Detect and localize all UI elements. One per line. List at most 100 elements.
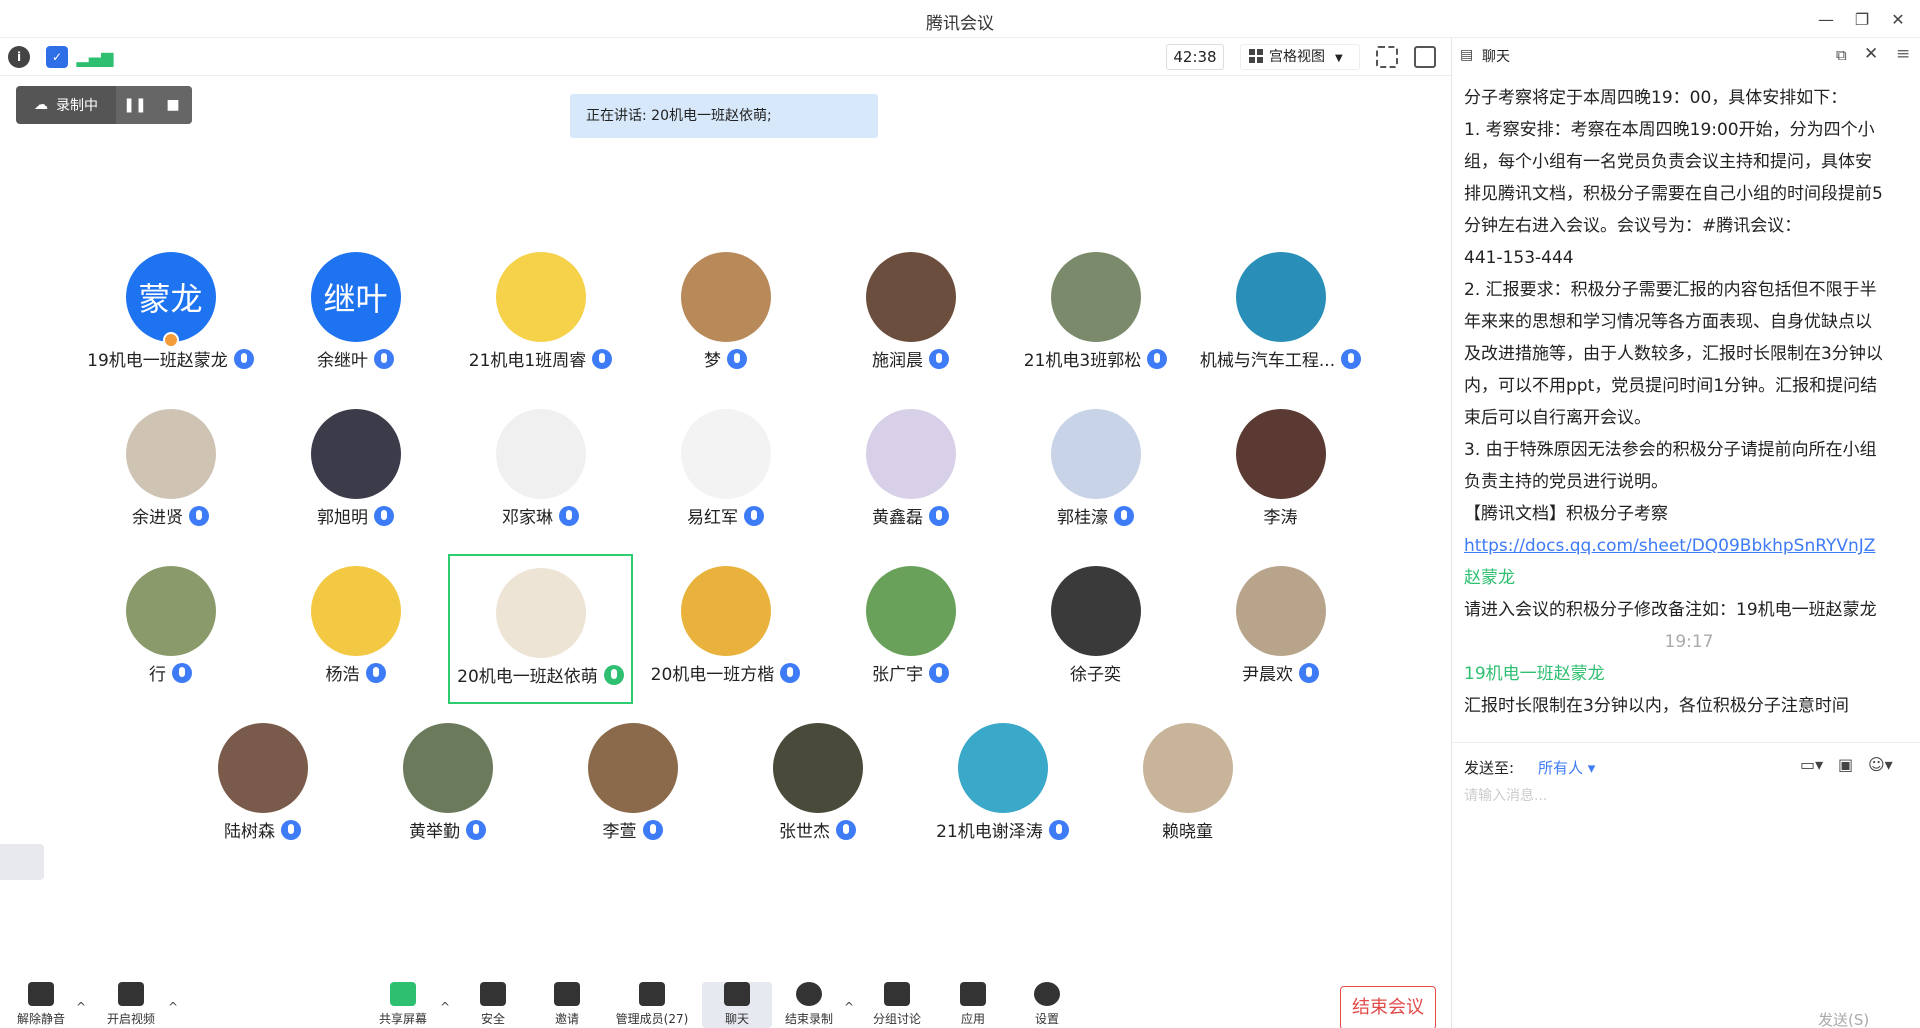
participant-name: 21机电谢泽涛 [910, 817, 1095, 842]
participant-tile[interactable]: 张广宇 [818, 554, 1003, 704]
signal-icon[interactable]: ▂▄▆ [77, 46, 114, 68]
shield-icon[interactable]: ✓ [46, 46, 68, 68]
users-icon [639, 982, 665, 1006]
fullscreen-icon[interactable] [1376, 46, 1398, 68]
participant-tile[interactable]: 继叶 余继叶 [263, 240, 448, 390]
title-bar: 腾讯会议 — ❐ ✕ [0, 0, 1920, 38]
participant-name: 21机电3班郭松 [1003, 346, 1188, 371]
invite-button[interactable]: 邀请 [532, 982, 602, 1028]
popout-icon[interactable]: ⧉ [1836, 46, 1847, 64]
file-icon[interactable]: ▭▾ [1800, 755, 1823, 774]
participant-list-toggle[interactable] [0, 844, 44, 880]
shield-icon [480, 982, 506, 1006]
avatar [865, 566, 956, 656]
participant-tile[interactable]: 杨浩 [263, 554, 448, 704]
mic-icon [559, 506, 579, 526]
participant-tile[interactable]: 李涛 [1188, 397, 1373, 547]
chat-sender: 赵蒙龙 [1464, 568, 1515, 588]
send-button[interactable]: 发送(S) [1818, 1009, 1869, 1028]
screenshot-icon[interactable]: ▣ [1838, 755, 1853, 774]
menu-icon[interactable]: ≡ [1896, 44, 1910, 64]
participant-tile[interactable]: 郭桂濠 [1003, 397, 1188, 547]
avatar [495, 409, 586, 499]
stop-icon [796, 982, 822, 1006]
send-to-select[interactable]: 所有人 ▾ [1538, 757, 1595, 778]
close-icon[interactable]: ✕ [1864, 44, 1878, 64]
participant-tile[interactable]: 李萱 [540, 711, 725, 861]
chat-line: 及改进措施等，由于人数较多，汇报时长限制在3分钟以 [1464, 344, 1883, 364]
participant-tile[interactable]: 陆树森 [170, 711, 355, 861]
participant-tile[interactable]: 徐子奕 [1003, 554, 1188, 704]
settings-button[interactable]: 设置 [1012, 982, 1082, 1028]
security-button[interactable]: 安全 [458, 982, 528, 1028]
video-button[interactable]: 开启视频 [96, 982, 166, 1028]
participant-name: 行 [78, 660, 263, 685]
participant-tile[interactable]: 尹晨欢 [1188, 554, 1373, 704]
participant-tile[interactable]: 黄举勤 [355, 711, 540, 861]
share-label: 共享屏幕 [378, 1012, 427, 1026]
participant-name: 梦 [633, 346, 818, 371]
participant-name-text: 21机电3班郭松 [1023, 351, 1142, 371]
cloud-icon: ☁ [34, 97, 48, 113]
participant-tile[interactable]: 施润晨 [818, 240, 1003, 390]
chat-line: 排见腾讯文档，积极分子需要在自己小组的时间段提前5 [1464, 184, 1883, 204]
chat-button[interactable]: 聊天 [702, 982, 772, 1028]
recording-status: ☁ 录制中 [16, 86, 116, 124]
info-icon[interactable]: i [8, 46, 30, 68]
participant-name-text: 20机电一班赵依萌 [457, 667, 598, 687]
participant-name-text: 张广宇 [872, 665, 923, 685]
chat-message-text: 分子考察将定于本周四晚19：00，具体安排如下： 1. 考察安排：考察在本周四晚1… [1464, 82, 1914, 530]
user-icon[interactable]: ☺▾ [1868, 755, 1893, 774]
chat-title: 聊天 [1482, 49, 1510, 65]
avatar [865, 252, 956, 342]
avatar [1142, 723, 1233, 813]
sidebar-toggle-icon[interactable] [1414, 46, 1436, 68]
participant-tile[interactable]: 易红军 [633, 397, 818, 547]
participant-tile[interactable]: 20机电一班方楷 [633, 554, 818, 704]
pause-recording-button[interactable]: ❚❚ [116, 86, 154, 124]
close-window-icon[interactable]: ✕ [1884, 6, 1912, 32]
participant-tile[interactable]: 邓家琳 [448, 397, 633, 547]
chevron-up-icon[interactable]: ^ [844, 1000, 854, 1014]
participant-tile[interactable]: 梦 [633, 240, 818, 390]
participant-tile[interactable]: 赖晓童 [1095, 711, 1280, 861]
participant-tile[interactable]: 机械与汽车工程... [1188, 240, 1373, 390]
breakout-button[interactable]: 分组讨论 [862, 982, 932, 1028]
chevron-up-icon[interactable]: ^ [168, 1000, 178, 1014]
mic-icon [1147, 349, 1168, 369]
participant-tile[interactable]: 行 [78, 554, 263, 704]
participant-tile[interactable]: 20机电一班赵依萌 [448, 554, 633, 704]
minimize-icon[interactable]: — [1812, 6, 1840, 32]
participant-tile[interactable]: 余进贤 [78, 397, 263, 547]
unmute-button[interactable]: 解除静音 [6, 982, 76, 1028]
message-input[interactable]: 请输入消息... [1464, 785, 1904, 985]
participant-name-text: 余继叶 [317, 351, 368, 371]
stop-recording-button[interactable]: ■ [154, 86, 192, 124]
mic-icon [780, 663, 801, 683]
participant-tile[interactable]: 21机电1班周睿 [448, 240, 633, 390]
mic-icon [744, 506, 764, 526]
doc-link[interactable]: https://docs.qq.com/sheet/DQ09BbkhpSnRYV… [1464, 530, 1914, 562]
view-mode-button[interactable]: 宫格视图 ▼ [1240, 44, 1360, 70]
end-meeting-button[interactable]: 结束会议 [1340, 986, 1436, 1028]
chat-line: 分子考察将定于本周四晚19：00，具体安排如下： [1464, 88, 1848, 108]
end-record-button[interactable]: 结束录制 [774, 982, 844, 1028]
view-mode-label: 宫格视图 [1269, 49, 1325, 65]
chat-bubble-icon: ▤ [1460, 47, 1474, 63]
participant-tile[interactable]: 21机电谢泽涛 [910, 711, 1095, 861]
chevron-up-icon[interactable]: ^ [76, 1000, 86, 1014]
restore-icon[interactable]: ❐ [1848, 6, 1876, 32]
avatar [865, 409, 956, 499]
participant-tile[interactable]: 黄鑫磊 [818, 397, 1003, 547]
avatar [310, 566, 401, 656]
participant-tile[interactable]: 蒙龙 19机电一班赵蒙龙 [78, 240, 263, 390]
participant-tile[interactable]: 郭旭明 [263, 397, 448, 547]
participant-tile[interactable]: 张世杰 [725, 711, 910, 861]
participant-tile[interactable]: 21机电3班郭松 [1003, 240, 1188, 390]
participant-name-text: 李萱 [602, 822, 637, 842]
participant-name-text: 陆树森 [224, 822, 275, 842]
chevron-up-icon[interactable]: ^ [440, 1000, 450, 1014]
manage-members-button[interactable]: 管理成员(27) [612, 982, 692, 1028]
share-screen-button[interactable]: 共享屏幕 [368, 982, 438, 1028]
apps-button[interactable]: 应用 [938, 982, 1008, 1028]
